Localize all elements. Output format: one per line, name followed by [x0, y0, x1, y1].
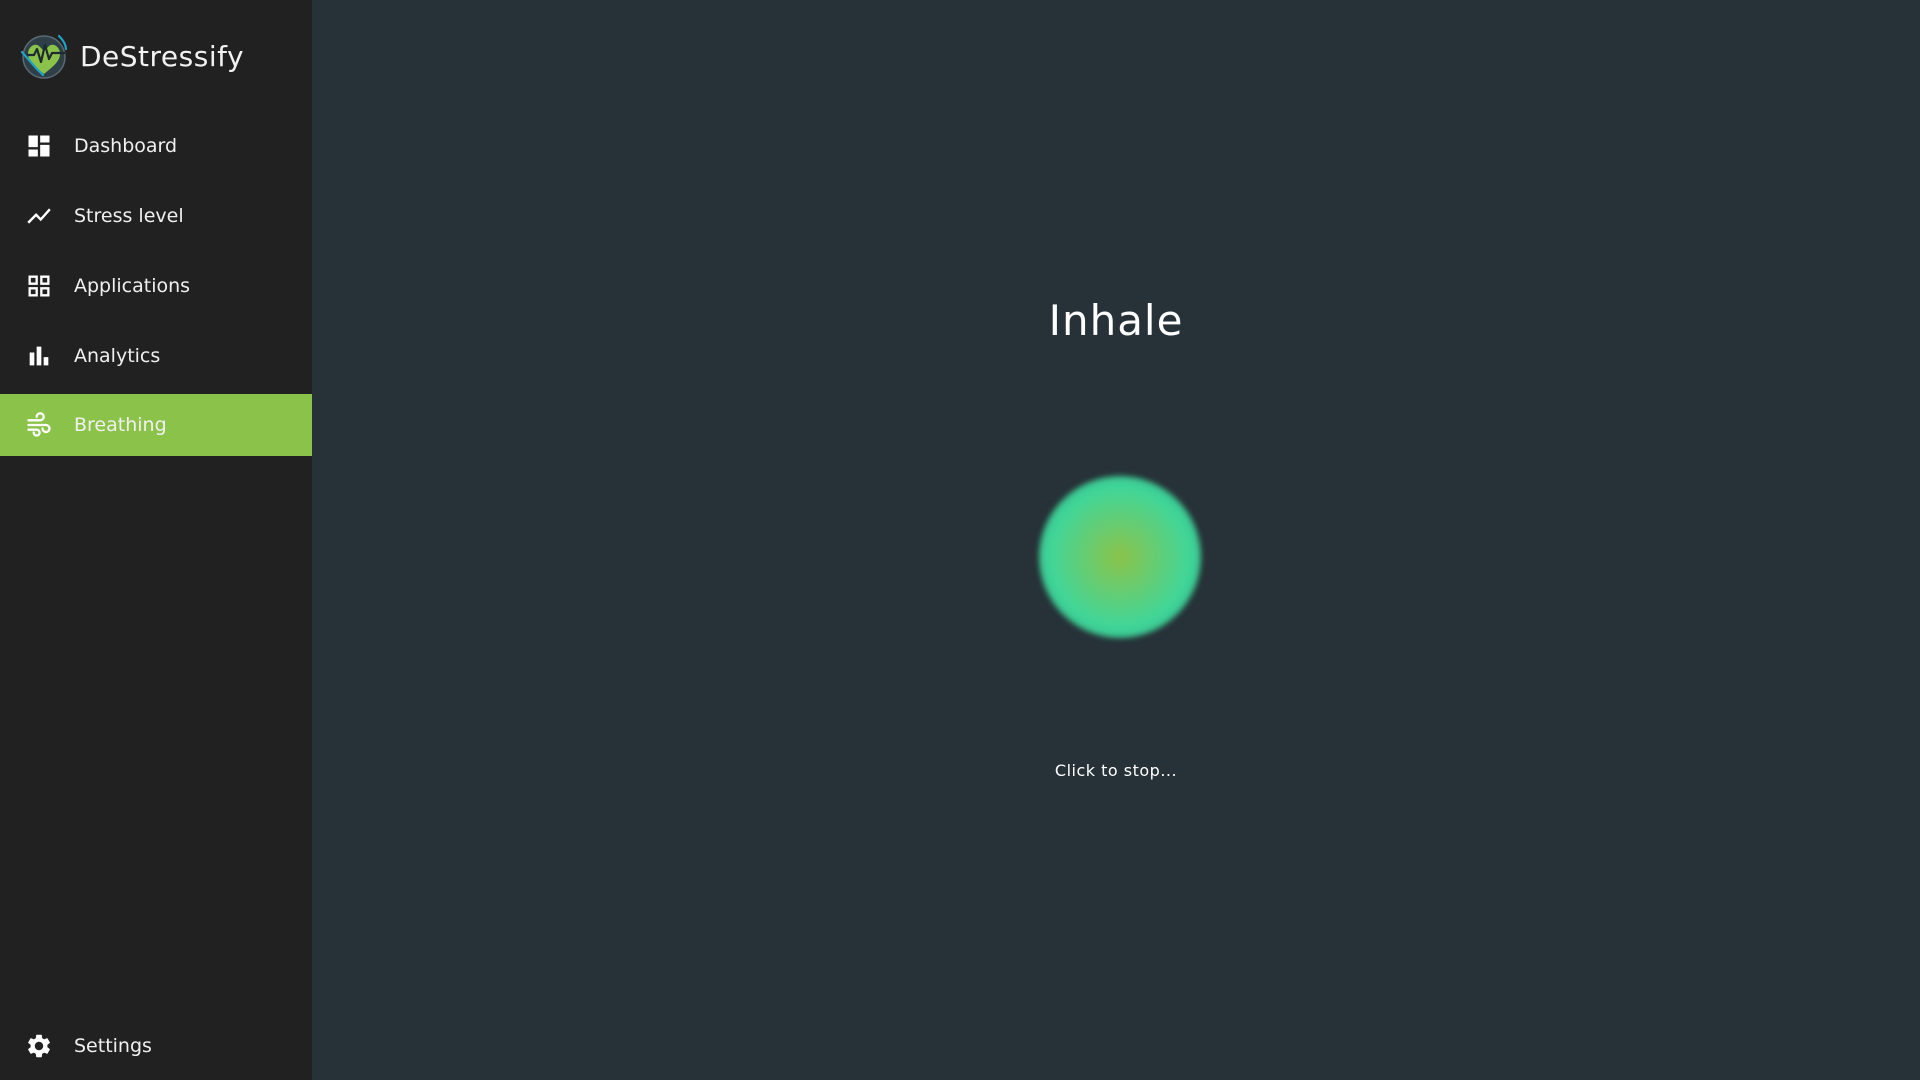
bar-chart-icon	[25, 342, 53, 370]
wind-icon	[25, 411, 53, 439]
heart-pulse-globe-icon	[20, 34, 68, 79]
sidebar-item-dashboard[interactable]: Dashboard	[0, 115, 312, 177]
sidebar-item-stress-level[interactable]: Stress level	[0, 185, 312, 247]
sidebar-item-label: Analytics	[74, 345, 161, 367]
sidebar-item-label: Dashboard	[74, 135, 178, 157]
sidebar-item-breathing[interactable]: Breathing	[0, 394, 312, 456]
sidebar-item-settings[interactable]: Settings	[0, 1015, 312, 1077]
brand: DeStressify	[19, 32, 244, 80]
app-name: DeStressify	[80, 39, 245, 73]
breathing-phase-title: Inhale	[1048, 296, 1184, 345]
sidebar-item-label: Breathing	[74, 414, 167, 436]
stop-hint[interactable]: Click to stop...	[312, 761, 1920, 780]
app-window: DeStressify Dashboard Stress level Appli…	[0, 0, 1920, 1080]
sidebar-item-applications[interactable]: Applications	[0, 255, 312, 317]
dashboard-icon	[25, 132, 53, 160]
breathing-main-area[interactable]: Inhale Click to stop...	[312, 0, 1920, 1080]
sidebar: DeStressify Dashboard Stress level Appli…	[0, 0, 312, 1080]
sidebar-item-label: Stress level	[74, 205, 184, 227]
sidebar-item-label: Settings	[74, 1035, 152, 1057]
trend-line-icon	[25, 202, 53, 230]
sidebar-item-label: Applications	[74, 275, 191, 297]
apps-grid-icon	[25, 272, 53, 300]
gear-icon	[25, 1032, 53, 1060]
breathing-orb[interactable]	[1039, 476, 1201, 638]
sidebar-item-analytics[interactable]: Analytics	[0, 325, 312, 387]
